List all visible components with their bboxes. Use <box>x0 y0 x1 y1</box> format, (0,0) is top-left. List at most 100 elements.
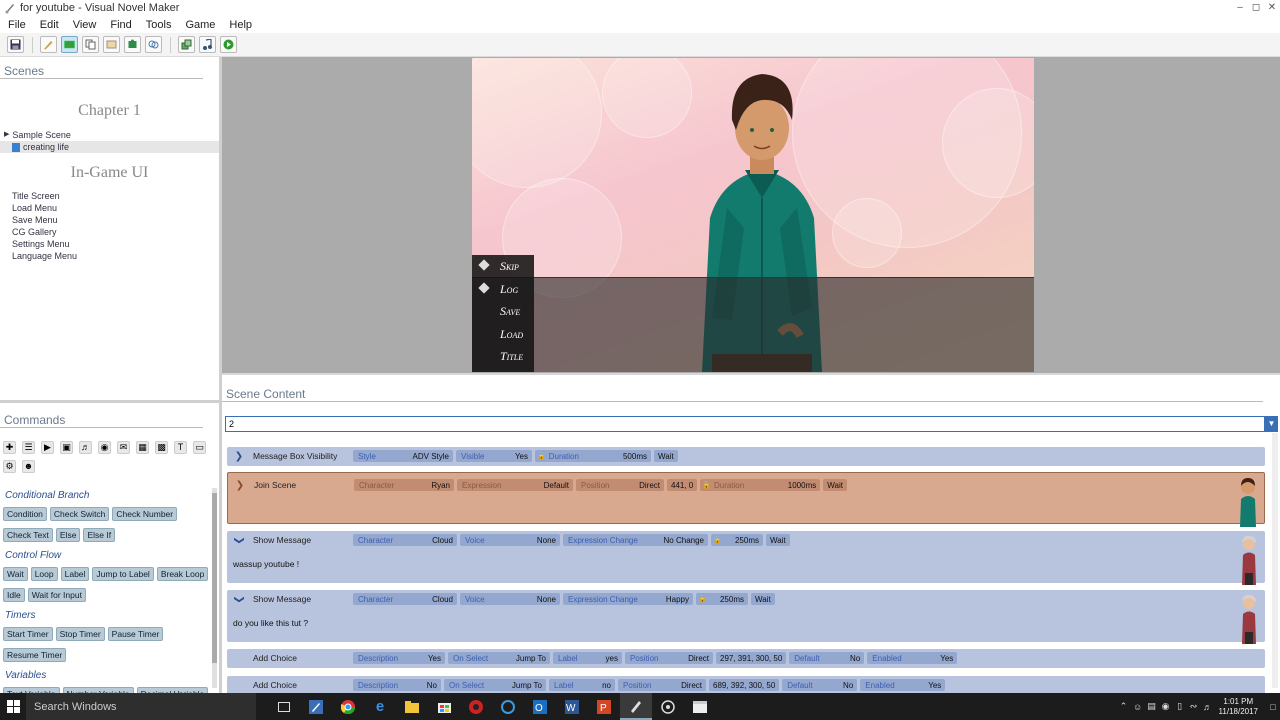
visual-novel-maker-icon[interactable] <box>620 693 652 720</box>
list-icon[interactable]: ☰ <box>22 441 35 454</box>
task-view-icon[interactable] <box>268 693 300 720</box>
param-chip[interactable]: Enabled Yes <box>867 652 958 664</box>
move-icon[interactable]: ✚ <box>3 441 16 454</box>
param-chip[interactable]: 🔒 250ms <box>711 534 763 546</box>
chevron-right-icon[interactable]: ❯ <box>230 480 250 491</box>
dropdown-arrow-icon[interactable]: ▼ <box>1265 416 1278 432</box>
param-chip[interactable]: Wait <box>751 593 775 605</box>
scene-item-selected[interactable]: creating life <box>0 141 219 153</box>
media-icon[interactable] <box>460 693 492 720</box>
command-search-input[interactable] <box>225 416 1265 432</box>
close-button[interactable]: ✕ <box>1264 0 1280 14</box>
param-chip[interactable]: Voice None <box>460 593 560 605</box>
command-row-join-scene[interactable]: ❯ Join Scene Character Ryan Expression Def… <box>227 472 1265 527</box>
cmd-check-number[interactable]: Check Number <box>112 507 178 521</box>
param-chip[interactable]: Voice None <box>460 534 560 546</box>
image-icon[interactable]: ▦ <box>136 441 149 454</box>
command-row-add-choice[interactable]: Add Choice Description Yes On Select Jump … <box>227 649 1265 668</box>
param-chip[interactable]: Position Direct <box>625 652 713 664</box>
param-chip[interactable]: Character Ryan <box>354 479 454 491</box>
text-icon[interactable]: T <box>174 441 187 454</box>
param-chip[interactable]: Expression Change No Change <box>563 534 708 546</box>
screen-icon[interactable]: ▣ <box>60 441 73 454</box>
param-chip[interactable]: Default No <box>782 679 858 691</box>
edge-icon[interactable]: e <box>364 693 396 720</box>
ui-item-load-menu[interactable]: Load Menu <box>0 202 219 214</box>
param-chip[interactable]: 441, 0 <box>667 479 698 491</box>
param-chip[interactable]: Style ADV Style <box>353 450 453 462</box>
param-chip[interactable]: Wait <box>766 534 790 546</box>
param-chip[interactable]: Label no <box>549 679 615 691</box>
param-chip[interactable]: Wait <box>823 479 847 491</box>
cmd-wait-for-input[interactable]: Wait for Input <box>27 588 86 602</box>
windows-start-icon[interactable] <box>0 693 26 720</box>
param-chip[interactable]: Character Cloud <box>353 593 457 605</box>
ui-item-settings-menu[interactable]: Settings Menu <box>0 238 219 250</box>
layers-icon[interactable] <box>178 36 195 53</box>
scrollbar-thumb[interactable] <box>212 493 217 663</box>
cmd-else[interactable]: Else <box>55 528 81 542</box>
command-row-show-message[interactable]: ❯ Show Message Character Cloud Voice None … <box>227 531 1265 585</box>
ui-item-save-menu[interactable]: Save Menu <box>0 214 219 226</box>
expand-arrow-icon[interactable]: ▶ <box>4 129 9 141</box>
scene-item[interactable]: ▶ Sample Scene <box>0 129 219 141</box>
cmd-condition[interactable]: Condition <box>3 507 47 521</box>
shield-icon[interactable]: ◉ <box>1159 701 1173 712</box>
sound-icon[interactable]: ♬ <box>79 441 92 454</box>
cmd-pause-timer[interactable]: Pause Timer <box>107 627 164 641</box>
file-explorer-icon[interactable] <box>396 693 428 720</box>
menu-help[interactable]: Help <box>229 19 252 31</box>
settings-icon[interactable]: ⚙ <box>3 460 16 473</box>
param-chip[interactable]: 🔒 Duration 1000ms <box>700 479 821 491</box>
wifi-icon[interactable]: ∾ <box>1187 701 1201 712</box>
volume-icon[interactable]: ♬ <box>1201 702 1215 712</box>
game-preview[interactable]: Skip Log Save Load Title <box>472 58 1034 372</box>
param-chip[interactable]: 297, 391, 300, 50 <box>716 652 787 664</box>
character-icon[interactable]: ☻ <box>22 460 35 473</box>
notification-icon[interactable]: □ <box>1266 702 1280 712</box>
scene-editor-icon[interactable] <box>61 36 78 53</box>
play-icon[interactable] <box>220 36 237 53</box>
picture-icon[interactable]: ▩ <box>155 441 168 454</box>
powerpoint-icon[interactable]: P <box>588 693 620 720</box>
cmd-else-if[interactable]: Else If <box>83 528 116 542</box>
taskbar-search[interactable]: Search Windows <box>26 693 256 720</box>
obs-icon[interactable] <box>652 693 684 720</box>
menu-edit[interactable]: Edit <box>40 19 59 31</box>
param-chip[interactable]: On Select Jump To <box>448 652 550 664</box>
battery-icon[interactable]: ▯ <box>1173 701 1187 712</box>
word-icon[interactable]: W <box>556 693 588 720</box>
param-chip[interactable]: Label yes <box>553 652 622 664</box>
param-chip[interactable]: 689, 392, 300, 50 <box>709 679 780 691</box>
cmd-stop-timer[interactable]: Stop Timer <box>55 627 105 641</box>
param-chip[interactable]: Enabled Yes <box>860 679 946 691</box>
param-chip[interactable]: Wait <box>654 450 678 462</box>
network-icon[interactable]: ▤ <box>1145 701 1159 712</box>
cmd-wait[interactable]: Wait <box>3 567 28 581</box>
param-chip[interactable]: Description No <box>353 679 441 691</box>
param-chip[interactable]: On Select Jump To <box>444 679 546 691</box>
message-icon[interactable]: ✉ <box>117 441 130 454</box>
menu-game[interactable]: Game <box>185 19 215 31</box>
chevron-up-icon[interactable]: ⌃ <box>1117 701 1131 712</box>
refresh-app-icon[interactable] <box>492 693 524 720</box>
param-chip[interactable]: Character Cloud <box>353 534 457 546</box>
cmd-break-loop[interactable]: Break Loop <box>156 567 209 581</box>
ui-item-cg-gallery[interactable]: CG Gallery <box>0 226 219 238</box>
menu-file[interactable]: File <box>8 19 26 31</box>
cmd-idle[interactable]: Idle <box>3 588 25 602</box>
window-icon[interactable]: ▭ <box>193 441 206 454</box>
game-menu-title[interactable]: Title <box>472 345 534 368</box>
param-chip[interactable]: 🔒 250ms <box>696 593 748 605</box>
voice-icon[interactable]: ◉ <box>98 441 111 454</box>
ui-item-title-screen[interactable]: Title Screen <box>0 190 219 202</box>
music-icon[interactable] <box>199 36 216 53</box>
plugin-icon[interactable] <box>145 36 162 53</box>
param-chip[interactable]: Position Direct <box>618 679 706 691</box>
chevron-right-icon[interactable]: ❯ <box>229 451 249 462</box>
people-icon[interactable]: ☺ <box>1131 702 1145 712</box>
param-chip[interactable]: Expression Default <box>457 479 573 491</box>
menu-view[interactable]: View <box>73 19 97 31</box>
param-chip[interactable]: Expression Change Happy <box>563 593 693 605</box>
store-icon[interactable] <box>428 693 460 720</box>
